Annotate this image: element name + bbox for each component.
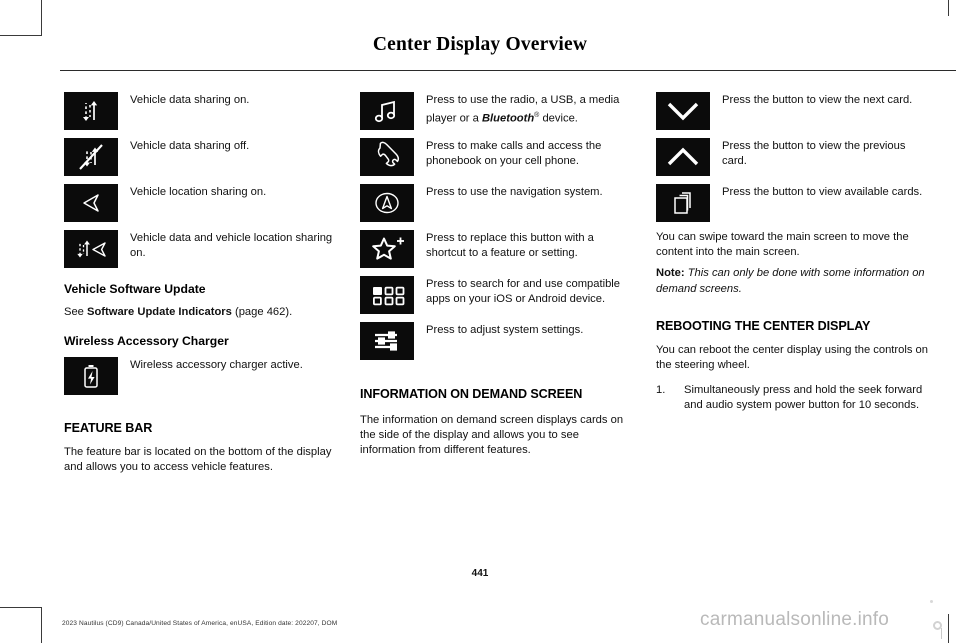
- information-on-demand-body: The information on demand screen display…: [360, 414, 624, 457]
- navigation-compass-icon: [360, 184, 414, 222]
- icon-row-label: Press to replace this button with a shor…: [426, 232, 594, 260]
- note-text: This can only be done with some informat…: [656, 267, 925, 295]
- data-and-location-sharing-on-icon: [64, 230, 118, 268]
- note-label: Note:: [656, 267, 685, 280]
- page-title: Center Display Overview: [372, 34, 588, 55]
- chevron-down-icon: [656, 92, 710, 130]
- step-text: Simultaneously press and hold the seek f…: [684, 384, 923, 412]
- page-number: 441: [471, 568, 489, 579]
- icon-row: Vehicle data sharing off.: [64, 138, 339, 176]
- crop-mark-top-left-vertical: [41, 0, 42, 36]
- icon-row: Vehicle location sharing on.: [64, 184, 339, 222]
- swipe-instruction: You can swipe toward the main screen to …: [656, 231, 909, 259]
- icon-row-label: Press the button to view available cards…: [722, 186, 923, 198]
- chevron-up-icon: [656, 138, 710, 176]
- header-divider: [60, 70, 956, 71]
- page-reference: (page 462).: [231, 306, 293, 318]
- middle-column: Press to use the radio, a USB, a media p…: [360, 92, 635, 469]
- software-update-indicators-link[interactable]: Software Update Indicators: [87, 306, 232, 318]
- data-sharing-on-icon: [64, 92, 118, 130]
- note-paragraph: Note: This can only be done with some in…: [656, 266, 931, 296]
- software-update-reference: See Software Update Indicators (page 462…: [64, 305, 339, 320]
- icon-row-label: Press to search for and use compatible a…: [426, 278, 621, 306]
- settings-sliders-icon: [360, 322, 414, 360]
- icon-row: Wireless accessory charger active.: [64, 357, 339, 396]
- icon-row: Press to use the navigation system.: [360, 184, 635, 222]
- rebooting-heading: REBOOTING THE CENTER DISPLAY: [656, 318, 871, 333]
- feature-bar-heading: FEATURE BAR: [64, 421, 153, 436]
- icon-row: Press the button to view the previous ca…: [656, 138, 931, 176]
- vehicle-software-update-heading: Vehicle Software Update: [64, 282, 206, 296]
- reboot-step-list: 1. Simultaneously press and hold the see…: [656, 383, 931, 413]
- left-column: Vehicle data sharing on. Vehicle data sh…: [64, 92, 339, 486]
- icon-row-label: Vehicle data and vehicle location sharin…: [130, 232, 333, 260]
- icon-row: Press the button to view available cards…: [656, 184, 931, 222]
- icon-row-label: Press to use the radio, a USB, a media p…: [426, 92, 635, 127]
- icon-row-label: Press to make calls and access the phone…: [426, 140, 602, 168]
- wireless-accessory-charger-heading: Wireless Accessory Charger: [64, 334, 229, 349]
- crop-mark-bottom-left-horizontal: [0, 607, 42, 608]
- right-column: Press the button to view the next card. …: [656, 92, 931, 422]
- icon-row-label: Press the button to view the next card.: [722, 94, 913, 106]
- crop-mark-top-right-vertical: [948, 0, 949, 16]
- icon-row-label: Vehicle location sharing on.: [130, 186, 267, 198]
- media-note-icon: [360, 92, 414, 130]
- list-item: 1. Simultaneously press and hold the see…: [656, 383, 931, 413]
- location-sharing-on-icon: [64, 184, 118, 222]
- icon-row: Vehicle data sharing on.: [64, 92, 339, 130]
- icon-row: Press to make calls and access the phone…: [360, 138, 635, 176]
- bluetooth-trademark: Bluetooth: [481, 112, 535, 125]
- icon-row: Press to search for and use compatible a…: [360, 276, 635, 314]
- icon-row: Vehicle data and vehicle location sharin…: [64, 230, 339, 268]
- icon-row-label: Press the button to view the previous ca…: [722, 140, 906, 168]
- icon-row: Press to use the radio, a USB, a media p…: [360, 92, 635, 130]
- icon-row: Press to replace this button with a shor…: [360, 230, 635, 268]
- phone-handset-icon: [360, 138, 414, 176]
- icon-row-label: Press to use the navigation system.: [426, 186, 603, 198]
- apps-grid-icon: [360, 276, 414, 314]
- crop-mark-bottom-right-vertical: [948, 614, 949, 643]
- watermark-tick: [941, 628, 942, 639]
- see-label: See: [64, 306, 88, 318]
- step-number: 1.: [656, 384, 666, 397]
- icon-row-label: Vehicle data sharing on.: [130, 94, 250, 106]
- icon-row: Press the button to view the next card.: [656, 92, 931, 130]
- watermark-ring: [933, 621, 942, 630]
- rebooting-body: You can reboot the center display using …: [656, 343, 928, 372]
- icon-row: Press to adjust system settings.: [360, 322, 635, 360]
- icon-row-label: Vehicle data sharing off.: [130, 140, 250, 152]
- data-sharing-off-icon: [64, 138, 118, 176]
- information-on-demand-heading: INFORMATION ON DEMAND SCREEN: [360, 387, 583, 401]
- wireless-charger-icon: [64, 357, 118, 396]
- stacked-cards-icon: [656, 184, 710, 222]
- crop-mark-bottom-left-vertical: [41, 607, 42, 643]
- star-plus-icon: [360, 230, 414, 268]
- feature-bar-body: The feature bar is located on the bottom…: [64, 446, 332, 474]
- icon-row-label: Wireless accessory charger active.: [130, 359, 303, 372]
- watermark-dot: [930, 600, 933, 603]
- watermark: carmanualsonline.info: [700, 609, 890, 630]
- media-text-after: device.: [539, 112, 578, 125]
- footer-metadata: 2023 Nautilus (CD9) Canada/United States…: [62, 620, 338, 627]
- icon-row-label: Press to adjust system settings.: [426, 324, 584, 336]
